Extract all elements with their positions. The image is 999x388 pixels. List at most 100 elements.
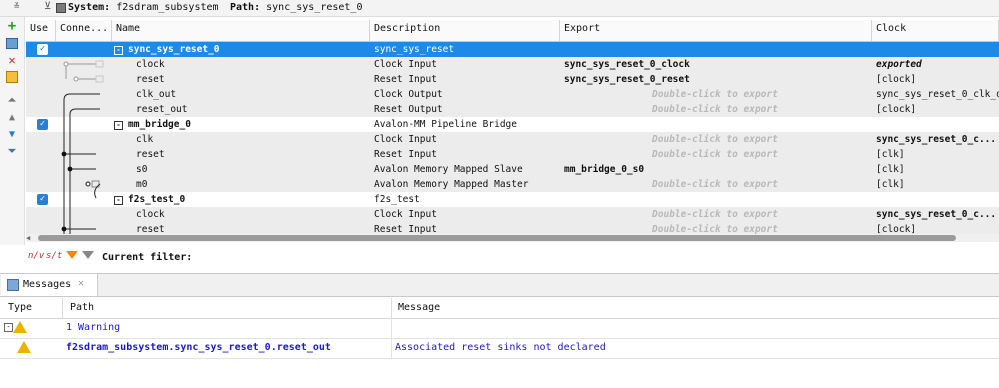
system-contents-table: Use Conne... Name Description Export Clo…: [26, 20, 999, 234]
use-checkbox[interactable]: ✓: [37, 44, 48, 55]
scroll-left-arrow-icon[interactable]: ◀: [26, 234, 36, 242]
tab-messages[interactable]: Messages ✕: [1, 274, 98, 296]
component-name: sync_sys_reset_0: [128, 44, 220, 55]
export-name[interactable]: mm_bridge_0_s0: [560, 162, 872, 177]
system-label: System:: [68, 2, 111, 13]
component-description: sync_sys_reset: [374, 44, 455, 55]
export-placeholder[interactable]: Double-click to export: [560, 177, 872, 192]
use-checkbox[interactable]: ✓: [37, 119, 48, 130]
column-header-description[interactable]: Description: [370, 20, 560, 42]
column-header-path[interactable]: Path: [70, 302, 94, 313]
clock-value[interactable]: [clock]: [872, 222, 999, 234]
table-row[interactable]: m0 Avalon Memory Mapped Master Double-cl…: [26, 177, 999, 192]
table-row[interactable]: clock Clock Input Double-click to export…: [26, 207, 999, 222]
table-row[interactable]: reset Reset Input Double-click to export…: [26, 222, 999, 234]
expand-toggle-icon[interactable]: -: [114, 121, 123, 130]
edit-component-icon[interactable]: [5, 37, 19, 49]
export-placeholder[interactable]: Double-click to export: [560, 207, 872, 222]
export-placeholder[interactable]: Double-click to export: [560, 87, 872, 102]
messages-tab-bar: Messages ✕: [0, 273, 999, 297]
remove-icon[interactable]: ✕: [5, 53, 19, 67]
path-label: Path:: [230, 2, 261, 13]
clock-value[interactable]: sync_sys_reset_0_c...: [872, 132, 999, 147]
connection-filter-icon[interactable]: n/v: [28, 251, 44, 261]
system-icon: [56, 3, 66, 13]
interface-name: reset: [136, 74, 165, 85]
path-value: sync_sys_reset_0: [266, 2, 363, 13]
table-row[interactable]: reset Reset Input Double-click to export…: [26, 147, 999, 162]
warning-icon: [17, 341, 31, 353]
warning-count: 1 Warning: [66, 322, 121, 333]
table-row[interactable]: clk Clock Input Double-click to export s…: [26, 132, 999, 147]
interface-name: m0: [136, 179, 148, 190]
table-row[interactable]: reset Reset Input sync_sys_reset_0_reset…: [26, 72, 999, 87]
table-row[interactable]: ✓ - f2s_test_0 f2s_test: [26, 192, 999, 207]
export-placeholder[interactable]: Double-click to export: [560, 132, 872, 147]
scrollbar-thumb[interactable]: [38, 235, 956, 241]
move-down-icon[interactable]: ▼: [5, 128, 19, 140]
signal-filter-icon[interactable]: s/t: [46, 251, 62, 261]
close-tab-icon[interactable]: ✕: [78, 278, 84, 289]
component-name: mm_bridge_0: [128, 119, 191, 130]
move-up-icon[interactable]: ▲: [5, 111, 19, 123]
interface-name: clk_out: [136, 89, 177, 100]
clock-value[interactable]: [clk]: [872, 177, 999, 192]
clear-filter-icon[interactable]: [82, 251, 94, 259]
move-bottom-icon[interactable]: ⏷: [5, 145, 19, 157]
column-header-type[interactable]: Type: [8, 302, 32, 313]
clock-value[interactable]: sync_sys_reset_0_c...: [872, 207, 999, 222]
collapse-toggle-icon[interactable]: -: [4, 323, 13, 332]
interface-name: reset: [136, 224, 165, 234]
column-header-clock[interactable]: Clock: [872, 20, 999, 42]
clock-value[interactable]: [clk]: [872, 162, 999, 177]
column-header-connections[interactable]: Conne...: [56, 20, 112, 42]
interface-name: reset: [136, 149, 165, 160]
system-breadcrumb-bar: ≚ ⊻ System: f2sdram_subsystem Path: sync…: [0, 0, 999, 17]
table-row[interactable]: ✓ - sync_sys_reset_0 sync_sys_reset: [26, 42, 999, 57]
component-description: f2s_test: [374, 194, 420, 205]
clock-value[interactable]: [clk]: [872, 147, 999, 162]
export-placeholder[interactable]: Double-click to export: [560, 147, 872, 162]
collapse-icon[interactable]: ≚: [14, 2, 19, 12]
properties-icon[interactable]: [5, 71, 19, 83]
clock-value[interactable]: [clock]: [872, 102, 999, 117]
message-text: Associated reset sinks not declared: [395, 342, 606, 353]
table-row[interactable]: clk_out Clock Output Double-click to exp…: [26, 87, 999, 102]
add-icon[interactable]: +: [5, 18, 19, 34]
interface-description: Clock Input: [374, 134, 437, 145]
interface-description: Clock Input: [374, 209, 437, 220]
use-checkbox[interactable]: ✓: [37, 194, 48, 205]
component-name: f2s_test_0: [128, 194, 186, 205]
export-name[interactable]: sync_sys_reset_0_clock: [560, 57, 872, 72]
move-top-icon[interactable]: ⏶: [5, 94, 19, 106]
interface-description: Clock Input: [374, 59, 437, 70]
table-row[interactable]: clock Clock Input sync_sys_reset_0_clock…: [26, 57, 999, 72]
export-placeholder[interactable]: Double-click to export: [560, 102, 872, 117]
export-name[interactable]: sync_sys_reset_0_reset: [560, 72, 872, 87]
column-header-name[interactable]: Name: [112, 20, 370, 42]
expand-toggle-icon[interactable]: -: [114, 46, 123, 55]
table-row[interactable]: reset_out Reset Output Double-click to e…: [26, 102, 999, 117]
table-row[interactable]: s0 Avalon Memory Mapped Slave mm_bridge_…: [26, 162, 999, 177]
message-summary-row[interactable]: - 1 Warning: [0, 318, 999, 339]
interface-description: Reset Input: [374, 74, 437, 85]
table-row[interactable]: ✓ - mm_bridge_0 Avalon-MM Pipeline Bridge: [26, 117, 999, 132]
interface-name: clock: [136, 59, 165, 70]
system-name: f2sdram_subsystem: [116, 2, 219, 13]
expand-toggle-icon[interactable]: -: [114, 196, 123, 205]
current-filter-label: Current filter:: [102, 252, 193, 263]
clock-value[interactable]: [clock]: [872, 72, 999, 87]
message-row[interactable]: f2sdram_subsystem.sync_sys_reset_0.reset…: [0, 338, 999, 359]
connection-graph[interactable]: [56, 42, 112, 234]
export-placeholder[interactable]: Double-click to export: [560, 222, 872, 234]
horizontal-scrollbar[interactable]: ◀: [26, 234, 999, 242]
message-path[interactable]: f2sdram_subsystem.sync_sys_reset_0.reset…: [66, 342, 331, 353]
clock-value[interactable]: exported: [872, 57, 999, 72]
pin-icon[interactable]: ⊻: [44, 1, 51, 12]
filter-icon[interactable]: [66, 251, 78, 259]
column-header-use[interactable]: Use: [26, 20, 56, 42]
column-header-message[interactable]: Message: [398, 302, 440, 313]
interface-name: clk: [136, 134, 154, 145]
clock-value[interactable]: sync_sys_reset_0_clk_out: [872, 87, 999, 102]
column-header-export[interactable]: Export: [560, 20, 872, 42]
